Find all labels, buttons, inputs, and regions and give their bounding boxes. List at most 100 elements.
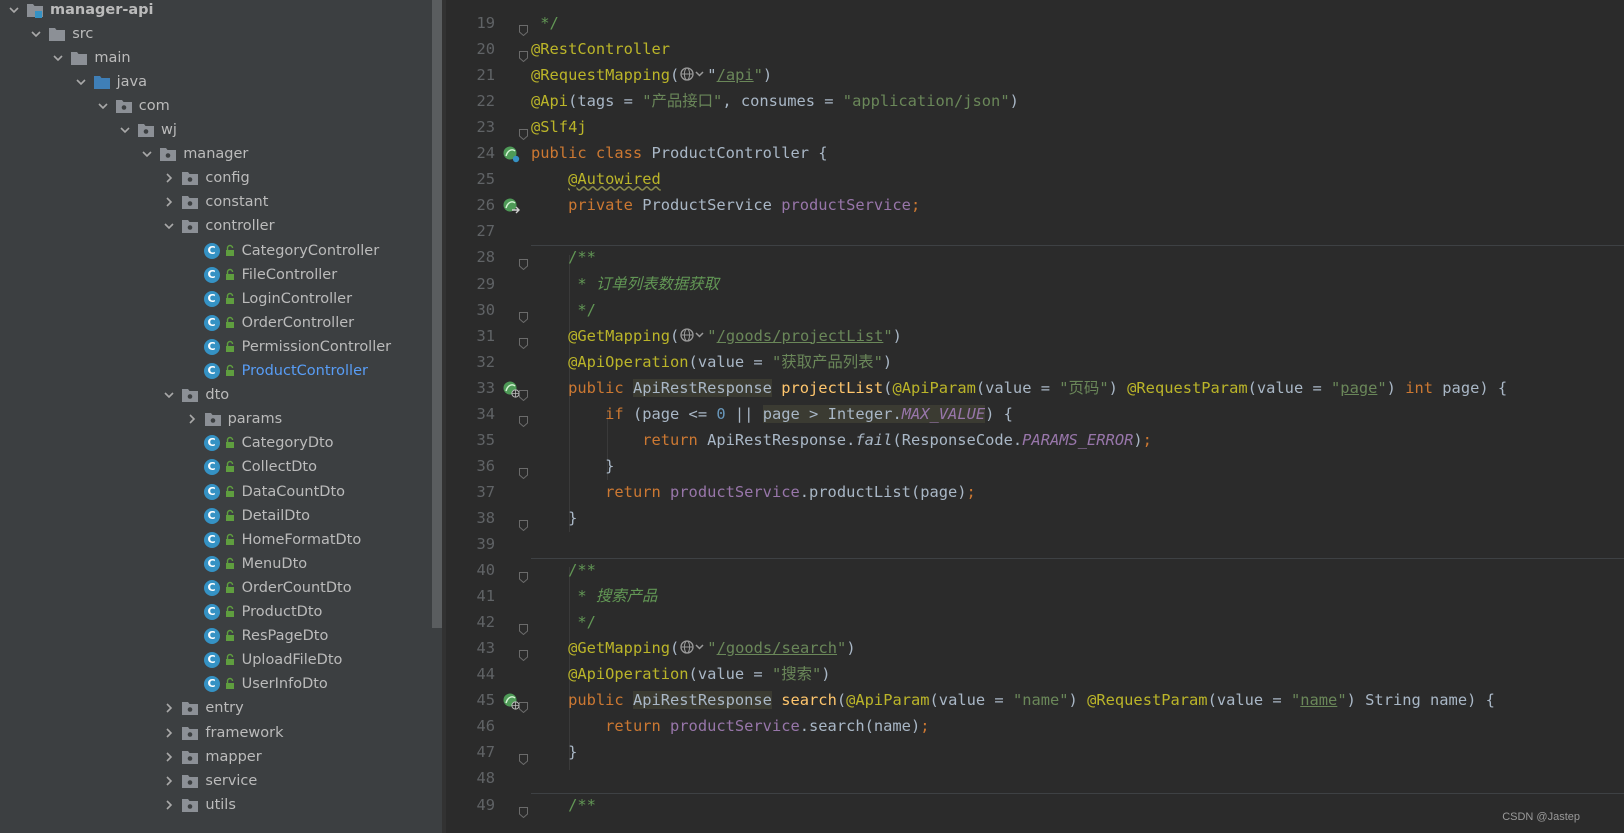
code-line-34[interactable]: 34 if (page <= 0 || page > Integer.MAX_V… — [446, 401, 1624, 428]
tree-row-collectdto[interactable]: C CollectDto — [0, 455, 432, 480]
fold-marker-icon[interactable] — [519, 513, 528, 532]
fold-marker-icon[interactable] — [519, 695, 528, 714]
line-number[interactable]: 44 — [446, 661, 495, 688]
project-tree-scrollbar[interactable] — [432, 0, 442, 628]
request-mapping-gutter-icon[interactable] — [502, 692, 520, 710]
fold-marker-icon[interactable] — [519, 18, 528, 37]
chevron-right-icon[interactable] — [161, 194, 177, 210]
line-number[interactable]: 33 — [446, 375, 495, 402]
code-line-42[interactable]: 42 */ — [446, 609, 1624, 636]
line-number[interactable]: 27 — [446, 218, 495, 245]
tree-row-detaildto[interactable]: C DetailDto — [0, 503, 432, 528]
chevron-down-icon[interactable] — [161, 387, 177, 403]
line-number[interactable]: 31 — [446, 323, 495, 350]
code-line-39[interactable]: 39 — [446, 531, 1624, 558]
tree-row-productdto[interactable]: C ProductDto — [0, 600, 432, 625]
tree-row-manager[interactable]: manager — [0, 142, 432, 167]
code-line-48[interactable]: 48 — [446, 765, 1624, 792]
tree-row-userinfodto[interactable]: C UserInfoDto — [0, 672, 432, 697]
tree-row-logincontroller[interactable]: C LoginController — [0, 286, 432, 311]
project-tree[interactable]: manager-api src main java com wj manager config… — [0, 0, 446, 833]
chevron-right-icon[interactable] — [161, 773, 177, 789]
tree-row-datacountdto[interactable]: C DataCountDto — [0, 479, 432, 504]
line-number[interactable]: 45 — [446, 687, 495, 714]
code-editor[interactable]: 19 */20 @RestController 21 @RequestMapping(… — [446, 0, 1624, 833]
tree-row-dto[interactable]: dto — [0, 383, 432, 408]
fold-marker-icon[interactable] — [519, 461, 528, 480]
tree-row-wj[interactable]: wj — [0, 118, 432, 143]
tree-row-filecontroller[interactable]: C FileController — [0, 262, 432, 287]
tree-row-java[interactable]: java — [0, 69, 432, 94]
line-number[interactable]: 35 — [446, 427, 495, 454]
fold-marker-icon[interactable] — [519, 409, 528, 427]
fold-marker-icon[interactable] — [519, 643, 528, 662]
line-number[interactable]: 41 — [446, 583, 495, 610]
tree-row-controller[interactable]: controller — [0, 214, 432, 239]
fold-marker-icon[interactable] — [519, 617, 528, 636]
code-line-31[interactable]: 31 @GetMapping("/goods/projectList") — [446, 323, 1624, 350]
tree-row-permissioncontroller[interactable]: C PermissionController — [0, 334, 432, 359]
code-line-37[interactable]: 37 return productService.productList(pag… — [446, 479, 1624, 506]
fold-marker-icon[interactable] — [519, 747, 528, 766]
code-line-44[interactable]: 44 @ApiOperation(value = "搜索") — [446, 661, 1624, 688]
line-number[interactable]: 38 — [446, 505, 495, 532]
tree-row-mapper[interactable]: mapper — [0, 744, 432, 769]
chevron-down-icon[interactable] — [161, 218, 177, 234]
chevron-right-icon[interactable] — [161, 700, 177, 716]
tree-row-manager-api[interactable]: manager-api — [0, 0, 432, 22]
tree-row-menudto[interactable]: C MenuDto — [0, 551, 432, 576]
chevron-down-icon[interactable] — [73, 74, 89, 90]
tree-row-categorydto[interactable]: C CategoryDto — [0, 431, 432, 456]
line-number[interactable]: 26 — [446, 192, 495, 219]
code-line-20[interactable]: 20 @RestController — [446, 36, 1624, 63]
code-line-29[interactable]: 29 * 订单列表数据获取 — [446, 271, 1624, 298]
code-line-38[interactable]: 38 } — [446, 505, 1624, 532]
web-url-globe-icon[interactable] — [679, 326, 707, 344]
line-number[interactable]: 43 — [446, 635, 495, 662]
chevron-down-icon[interactable] — [139, 146, 155, 162]
code-line-28[interactable]: 28 /** — [446, 244, 1624, 271]
code-line-40[interactable]: 40 /** — [446, 557, 1624, 584]
web-url-globe-icon[interactable] — [679, 65, 707, 83]
autowired-bean-gutter-icon[interactable] — [502, 197, 520, 215]
chevron-down-icon[interactable] — [117, 122, 133, 138]
chevron-down-icon[interactable] — [28, 26, 44, 42]
line-number[interactable]: 30 — [446, 297, 495, 324]
code-line-49[interactable]: 49 /** — [446, 792, 1624, 819]
line-number[interactable]: 23 — [446, 114, 495, 141]
tree-row-categorycontroller[interactable]: C CategoryController — [0, 238, 432, 263]
tree-row-ordercountdto[interactable]: C OrderCountDto — [0, 575, 432, 600]
code-line-24[interactable]: 24 public class ProductController { — [446, 140, 1624, 167]
chevron-right-icon[interactable] — [184, 411, 200, 427]
chevron-right-icon[interactable] — [161, 749, 177, 765]
chevron-right-icon[interactable] — [161, 725, 177, 741]
code-line-32[interactable]: 32 @ApiOperation(value = "获取产品列表") — [446, 349, 1624, 376]
chevron-right-icon[interactable] — [161, 797, 177, 813]
code-line-19[interactable]: 19 */ — [446, 10, 1624, 37]
spring-bean-gutter-icon[interactable] — [502, 145, 520, 163]
code-line-45[interactable]: 45 public ApiRestResponse search(@ApiPar… — [446, 687, 1624, 714]
fold-marker-icon[interactable] — [519, 800, 528, 818]
chevron-down-icon[interactable] — [95, 98, 111, 114]
code-line-33[interactable]: 33 public ApiRestResponse projectList(@A… — [446, 375, 1624, 402]
code-line-36[interactable]: 36 } — [446, 453, 1624, 480]
code-line-43[interactable]: 43 @GetMapping("/goods/search") — [446, 635, 1624, 662]
line-number[interactable]: 48 — [446, 765, 495, 792]
chevron-down-icon[interactable] — [6, 2, 22, 18]
tree-row-homeformatdto[interactable]: C HomeFormatDto — [0, 527, 432, 552]
tree-row-config[interactable]: config — [0, 166, 432, 191]
line-number[interactable]: 22 — [446, 88, 495, 115]
code-line-23[interactable]: 23 @Slf4j — [446, 114, 1624, 141]
tree-row-constant[interactable]: constant — [0, 190, 432, 215]
code-line-35[interactable]: 35 return ApiRestResponse.fail(ResponseC… — [446, 427, 1624, 454]
line-number[interactable]: 37 — [446, 479, 495, 506]
tree-row-com[interactable]: com — [0, 93, 432, 118]
code-line-21[interactable]: 21 @RequestMapping("/api") — [446, 62, 1624, 89]
line-number[interactable]: 49 — [446, 792, 495, 819]
chevron-down-icon[interactable] — [50, 50, 66, 66]
line-number[interactable]: 29 — [446, 271, 495, 298]
chevron-right-icon[interactable] — [161, 170, 177, 186]
line-number[interactable]: 20 — [446, 36, 495, 63]
line-number[interactable]: 19 — [446, 10, 495, 37]
web-url-globe-icon[interactable] — [679, 638, 707, 656]
